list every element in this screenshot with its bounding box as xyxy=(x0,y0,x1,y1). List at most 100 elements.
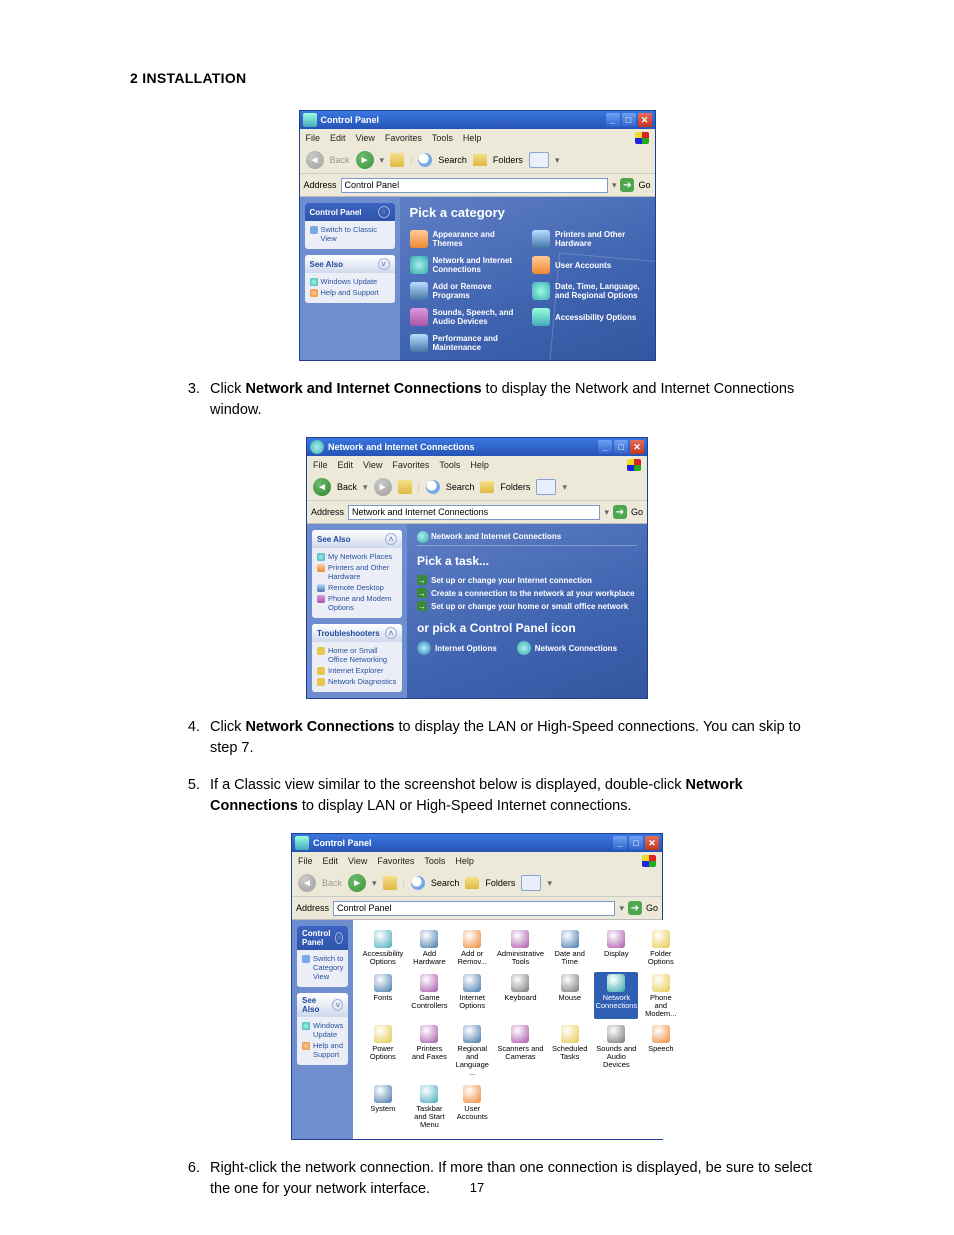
forward-button[interactable]: ► xyxy=(374,478,392,496)
menu-file[interactable]: File xyxy=(306,133,321,143)
category-item[interactable]: Network and Internet Connections xyxy=(410,256,523,274)
control-panel-item[interactable]: Display xyxy=(594,928,638,968)
menu-view[interactable]: View xyxy=(356,133,375,143)
folders-label[interactable]: Folders xyxy=(485,878,515,888)
control-panel-item[interactable]: Scanners and Cameras xyxy=(496,1023,545,1079)
internet-options-icon[interactable]: Internet Options xyxy=(417,641,497,655)
category-item[interactable]: Date, Time, Language, and Regional Optio… xyxy=(532,282,645,300)
see-also-item[interactable]: Help and Support xyxy=(302,1040,343,1060)
control-panel-item[interactable]: Administrative Tools xyxy=(496,928,545,968)
menu-tools[interactable]: Tools xyxy=(424,856,445,866)
control-panel-item[interactable]: Sounds and Audio Devices xyxy=(594,1023,638,1079)
views-icon[interactable] xyxy=(521,875,541,891)
control-panel-item[interactable]: Game Controllers xyxy=(410,972,448,1020)
search-label[interactable]: Search xyxy=(438,155,467,165)
menu-help[interactable]: Help xyxy=(455,856,474,866)
minimize-button[interactable]: _ xyxy=(606,113,620,127)
address-input[interactable] xyxy=(341,178,608,193)
menu-favorites[interactable]: Favorites xyxy=(385,133,422,143)
menu-favorites[interactable]: Favorites xyxy=(377,856,414,866)
close-button[interactable]: ✕ xyxy=(630,440,644,454)
close-button[interactable]: ✕ xyxy=(638,113,652,127)
troubleshooter-item[interactable]: Home or Small Office Networking xyxy=(317,645,397,665)
menu-file[interactable]: File xyxy=(313,460,328,470)
minimize-button[interactable]: _ xyxy=(598,440,612,454)
search-label[interactable]: Search xyxy=(446,482,475,492)
control-panel-item[interactable]: Regional and Language ... xyxy=(455,1023,490,1079)
collapse-icon[interactable]: ˄ xyxy=(385,627,397,639)
views-icon[interactable] xyxy=(529,152,549,168)
control-panel-item[interactable]: Speech xyxy=(644,1023,677,1079)
control-panel-item[interactable]: Date and Time xyxy=(551,928,588,968)
see-also-item[interactable]: My Network Places xyxy=(317,551,397,562)
control-panel-item[interactable]: Add or Remov... xyxy=(455,928,490,968)
menu-file[interactable]: File xyxy=(298,856,313,866)
menu-favorites[interactable]: Favorites xyxy=(392,460,429,470)
back-button[interactable]: ◄ xyxy=(298,874,316,892)
category-item[interactable]: Appearance and Themes xyxy=(410,230,523,248)
folders-icon[interactable] xyxy=(473,154,487,166)
folders-icon[interactable] xyxy=(465,877,479,889)
see-also-item[interactable]: Phone and Modem Options xyxy=(317,593,397,613)
go-button[interactable]: ➔ xyxy=(628,901,642,915)
control-panel-item[interactable]: Fonts xyxy=(361,972,404,1020)
search-icon[interactable] xyxy=(418,153,432,167)
collapse-icon[interactable]: ˄ xyxy=(378,206,390,218)
menu-help[interactable]: Help xyxy=(463,133,482,143)
menu-tools[interactable]: Tools xyxy=(439,460,460,470)
see-also-item[interactable]: Windows Update xyxy=(310,276,390,287)
control-panel-item[interactable]: Scheduled Tasks xyxy=(551,1023,588,1079)
close-button[interactable]: ✕ xyxy=(645,836,659,850)
category-item[interactable]: User Accounts xyxy=(532,256,645,274)
up-directory-icon[interactable] xyxy=(383,876,397,890)
task-item[interactable]: Set up or change your Internet connectio… xyxy=(417,574,637,587)
minimize-button[interactable]: _ xyxy=(613,836,627,850)
forward-button[interactable]: ► xyxy=(356,151,374,169)
control-panel-item[interactable]: Accessibility Options xyxy=(361,928,404,968)
category-item[interactable]: Add or Remove Programs xyxy=(410,282,523,300)
collapse-icon[interactable]: ˄ xyxy=(335,932,343,944)
category-item[interactable]: Printers and Other Hardware xyxy=(532,230,645,248)
see-also-item[interactable]: Windows Update xyxy=(302,1020,343,1040)
task-item[interactable]: Create a connection to the network at yo… xyxy=(417,587,637,600)
control-panel-item[interactable]: Phone and Modem... xyxy=(644,972,677,1020)
up-directory-icon[interactable] xyxy=(398,480,412,494)
control-panel-item[interactable]: Taskbar and Start Menu xyxy=(410,1083,448,1131)
menu-edit[interactable]: Edit xyxy=(338,460,354,470)
control-panel-item[interactable]: Mouse xyxy=(551,972,588,1020)
maximize-button[interactable]: □ xyxy=(622,113,636,127)
category-item[interactable]: Sounds, Speech, and Audio Devices xyxy=(410,308,523,326)
control-panel-item[interactable]: Network Connections xyxy=(594,972,638,1020)
views-icon[interactable] xyxy=(536,479,556,495)
see-also-item[interactable]: Help and Support xyxy=(310,287,390,298)
menu-view[interactable]: View xyxy=(348,856,367,866)
switch-view-link[interactable]: Switch to Classic View xyxy=(310,224,390,244)
back-button[interactable]: ◄ xyxy=(313,478,331,496)
maximize-button[interactable]: □ xyxy=(629,836,643,850)
troubleshooter-item[interactable]: Network Diagnostics xyxy=(317,676,397,687)
collapse-icon[interactable]: ˅ xyxy=(378,258,390,270)
control-panel-item[interactable]: Printers and Faxes xyxy=(410,1023,448,1079)
folders-label[interactable]: Folders xyxy=(500,482,530,492)
search-icon[interactable] xyxy=(411,876,425,890)
menu-tools[interactable]: Tools xyxy=(432,133,453,143)
category-item[interactable]: Performance and Maintenance xyxy=(410,334,523,352)
see-also-item[interactable]: Remote Desktop xyxy=(317,582,397,593)
up-directory-icon[interactable] xyxy=(390,153,404,167)
control-panel-item[interactable]: Add Hardware xyxy=(410,928,448,968)
search-icon[interactable] xyxy=(426,480,440,494)
control-panel-item[interactable]: Power Options xyxy=(361,1023,404,1079)
folders-label[interactable]: Folders xyxy=(493,155,523,165)
control-panel-item[interactable]: Keyboard xyxy=(496,972,545,1020)
back-label[interactable]: Back xyxy=(337,482,357,492)
control-panel-item[interactable]: Folder Options xyxy=(644,928,677,968)
network-connections-icon[interactable]: Network Connections xyxy=(517,641,617,655)
see-also-item[interactable]: Printers and Other Hardware xyxy=(317,562,397,582)
troubleshooter-item[interactable]: Internet Explorer xyxy=(317,665,397,676)
task-item[interactable]: Set up or change your home or small offi… xyxy=(417,600,637,613)
back-button[interactable]: ◄ xyxy=(306,151,324,169)
address-input[interactable] xyxy=(348,505,600,520)
forward-button[interactable]: ► xyxy=(348,874,366,892)
go-button[interactable]: ➔ xyxy=(620,178,634,192)
menu-help[interactable]: Help xyxy=(470,460,489,470)
